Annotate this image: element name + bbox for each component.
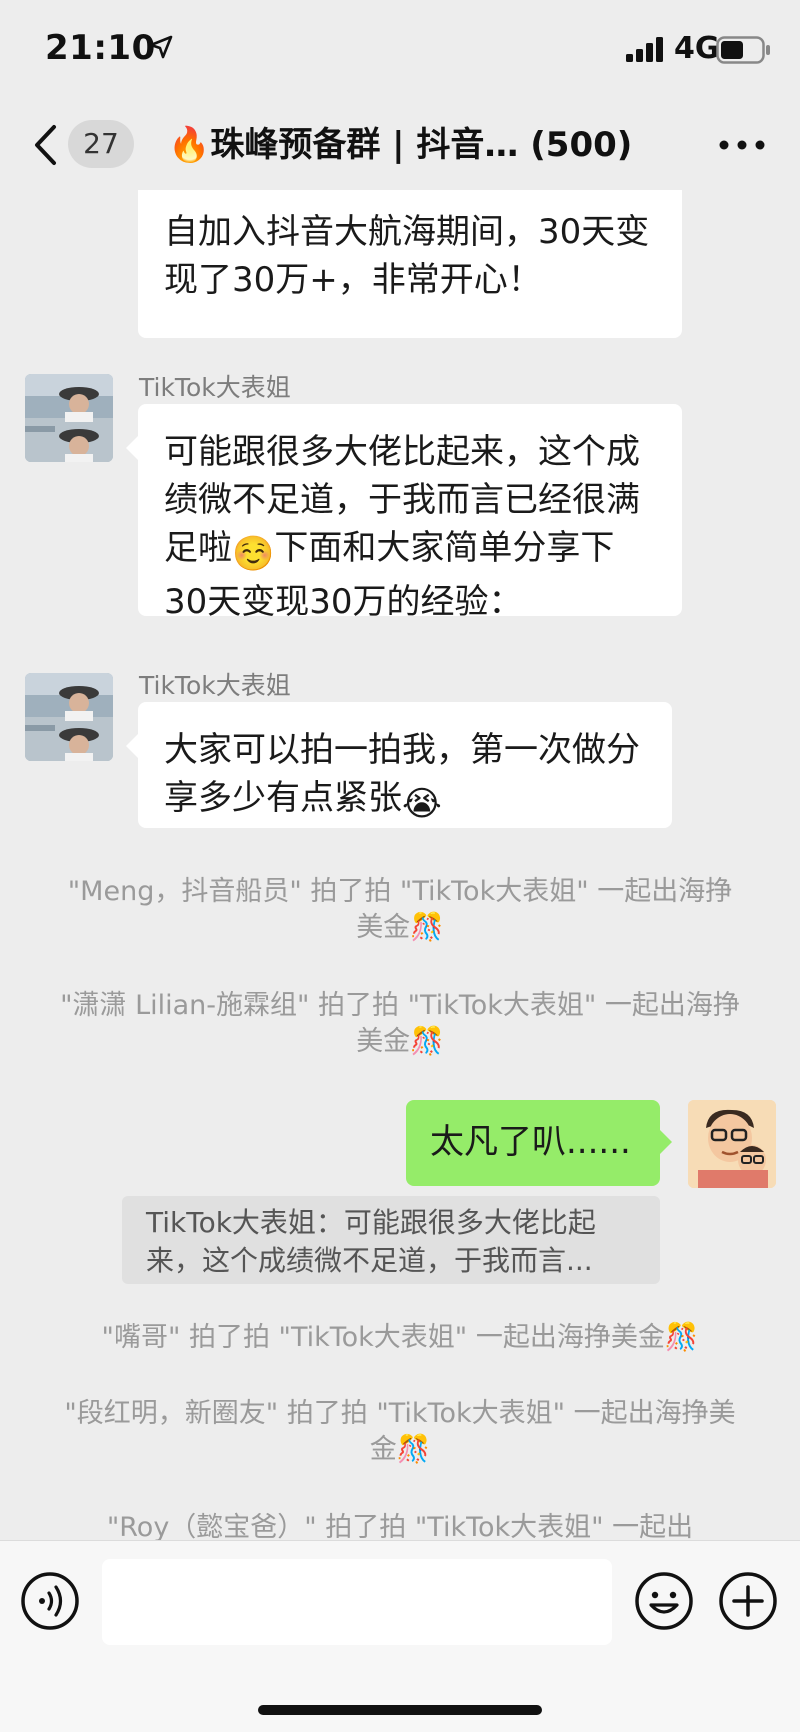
pat-notice-text: "Roy（懿宝爸）" 拍了拍 "TikTok大表姐" 一起出 [106,1512,694,1540]
sender-name: TikTok大表姐 [139,671,291,700]
battery-icon [716,36,770,64]
pat-notice: "Roy（懿宝爸）" 拍了拍 "TikTok大表姐" 一起出 [60,1510,740,1540]
sender-name: TikTok大表姐 [139,373,291,402]
party-popper-emoji: 🎊 [410,912,444,943]
pat-notice: "嘴哥" 拍了拍 "TikTok大表姐" 一起出海挣美金🎊 [40,1320,760,1356]
my-message-bubble[interactable]: 太凡了叭...... [406,1100,672,1186]
party-popper-emoji: 🎊 [396,1434,431,1465]
pat-notice: "Meng，抖音船员" 拍了拍 "TikTok大表姐" 一起出海挣美金🎊 [60,874,740,946]
voice-input-icon[interactable] [20,1571,80,1631]
unread-count-badge[interactable]: 27 [68,120,134,168]
emoji-picker-icon[interactable] [634,1571,694,1631]
quoted-message-text: TikTok大表姐：可能跟很多大佬比起来，这个成绩微不足道，于我而言... [146,1206,596,1277]
message-input[interactable] [102,1559,612,1645]
pat-notice: "潇潇 Lilian-施霖组" 拍了拍 "TikTok大表姐" 一起出海挣美金🎊 [60,988,740,1060]
party-popper-emoji: 🎊 [410,1026,444,1057]
pat-notice-text: "Meng，抖音船员" 拍了拍 "TikTok大表姐" 一起出海挣美金 [67,876,733,943]
chat-title[interactable]: 🔥珠峰预备群 | 抖音… (500) [168,120,668,170]
more-functions-plus-icon[interactable] [718,1571,778,1631]
status-time: 21:10 [45,28,156,68]
message-text: 太凡了叭...... [430,1122,631,1162]
message-bubble[interactable]: 可能跟很多大佬比起来，这个成绩微不足道，于我而言已经很满足啦☺️下面和大家简单分… [126,404,682,622]
pat-notice-text: "嘴哥" 拍了拍 "TikTok大表姐" 一起出海挣美金 [101,1322,665,1353]
quoted-message[interactable]: TikTok大表姐：可能跟很多大佬比起来，这个成绩微不足道，于我而言... [122,1196,660,1284]
message-bubble[interactable]: 大家可以拍一拍我，第一次做分享多少有点紧张😭 [126,702,672,828]
my-avatar[interactable] [688,1100,776,1188]
party-popper-emoji: 🎊 [664,1322,699,1353]
cellular-signal-icon [626,37,663,62]
avatar-photo-icon [25,673,113,761]
crying-emoji: 😭 [402,784,442,824]
pat-notice-text: "潇潇 Lilian-施霖组" 拍了拍 "TikTok大表姐" 一起出海挣美金 [60,990,740,1057]
home-indicator [258,1705,542,1715]
message-text: 自加入抖音大航海期间，30天变现了30万+，非常开心！ [164,212,650,300]
wechat-chat-screen: 21:10 4G 27 🔥珠峰预备群 | 抖音… (500) 自加入抖音大航海期… [0,0,800,1732]
location-arrow-icon [149,35,173,59]
sender-avatar[interactable] [25,673,113,761]
input-toolbar [0,1540,800,1732]
chat-nav-bar: 27 🔥珠峰预备群 | 抖音… (500) [0,100,800,190]
sender-avatar[interactable] [25,374,113,462]
message-bubble[interactable]: 自加入抖音大航海期间，30天变现了30万+，非常开心！ [138,190,682,338]
more-options-icon[interactable] [718,132,766,158]
status-bar: 21:10 4G [0,0,800,100]
avatar-photo-icon [25,374,113,462]
network-type: 4G [674,31,720,66]
cartoon-avatar-icon [688,1100,776,1188]
pat-notice: "段红明，新圈友" 拍了拍 "TikTok大表姐" 一起出海挣美金🎊 [60,1396,740,1468]
message-list[interactable]: 自加入抖音大航海期间，30天变现了30万+，非常开心！ TikTok大表姐 可能… [0,190,800,1540]
smiling-emoji: ☺️ [232,534,275,574]
back-chevron-icon[interactable] [30,122,60,168]
